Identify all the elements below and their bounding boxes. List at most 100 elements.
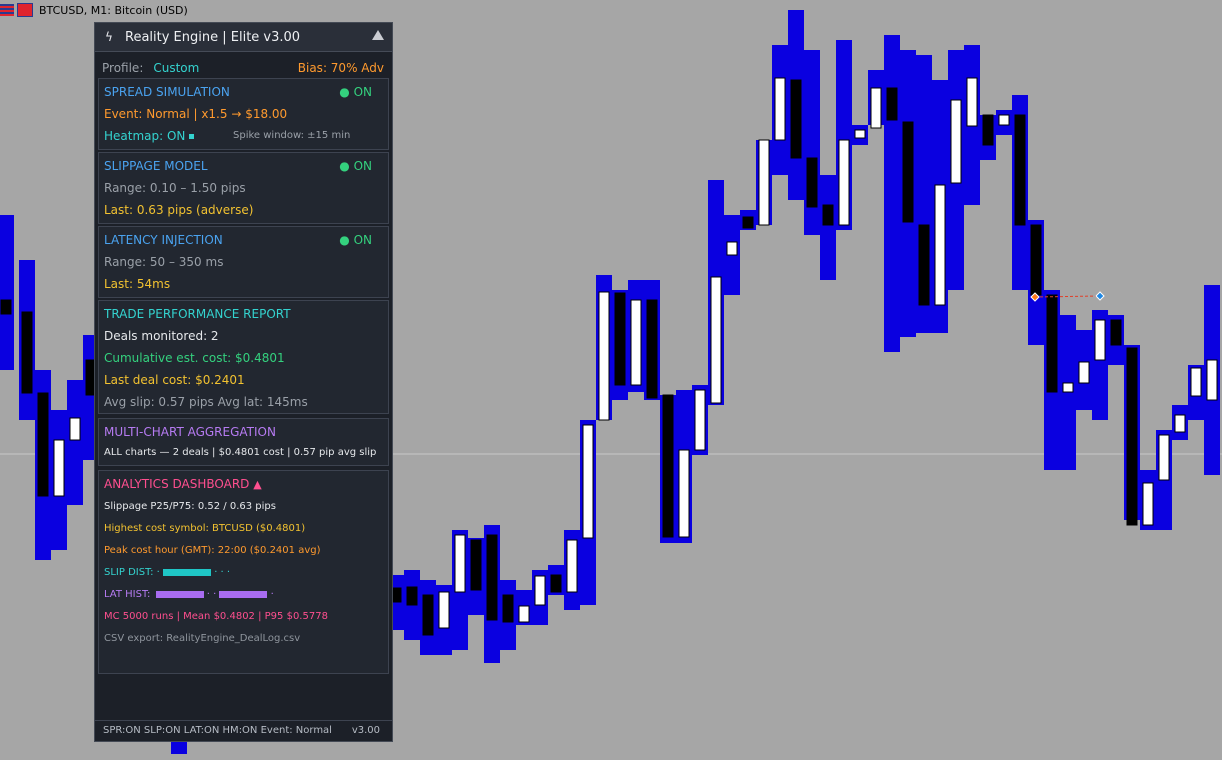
peak-cost-hour: Peak cost hour (GMT): 22:00 ($0.2401 avg… bbox=[104, 545, 321, 556]
footer-version: v3.00 bbox=[351, 725, 380, 736]
multi-chart-summary: ALL charts — 2 deals | $0.4801 cost | 0.… bbox=[104, 447, 377, 458]
bull-candle bbox=[694, 389, 706, 451]
bear-candle bbox=[502, 594, 514, 623]
panel-footer: SPR:ON SLP:ON LAT:ON HM:ON Event: Normal… bbox=[95, 720, 392, 741]
bear-candle bbox=[21, 311, 33, 394]
bear-candle bbox=[1110, 319, 1122, 346]
bull-candle bbox=[566, 539, 578, 593]
trade-performance-section: TRADE PERFORMANCE REPORT Deals monitored… bbox=[98, 300, 389, 414]
bear-candle bbox=[742, 216, 754, 229]
slip-dist-label: SLIP DIST: bbox=[104, 567, 154, 578]
spread-simulation-title: SPREAD SIMULATION bbox=[104, 85, 230, 99]
spread-simulation-section: SPREAD SIMULATION ● ON Event: Normal | x… bbox=[98, 78, 389, 150]
slip-dist-row: SLIP DIST: · · · · bbox=[104, 567, 230, 578]
bull-candle bbox=[1094, 319, 1106, 361]
lightning-icon: ϟ bbox=[105, 30, 113, 44]
bear-candle bbox=[614, 292, 626, 386]
slip-dist-trail: · · · bbox=[214, 567, 231, 578]
bias-value: Bias: 70% Adv bbox=[297, 61, 384, 75]
deals-monitored: Deals monitored: 2 bbox=[104, 329, 219, 343]
profile-row: Profile: Custom Bias: 70% Adv bbox=[102, 61, 384, 75]
bull-candle bbox=[838, 139, 850, 226]
bear-candle bbox=[1014, 114, 1026, 226]
bull-candle bbox=[454, 534, 466, 593]
multi-chart-title: MULTI-CHART AGGREGATION bbox=[104, 425, 276, 439]
cumulative-cost: Cumulative est. cost: $0.4801 bbox=[104, 351, 285, 365]
bull-candle bbox=[934, 184, 946, 306]
bear-candle bbox=[790, 79, 802, 159]
spread-bar bbox=[67, 380, 83, 505]
bull-candle bbox=[1190, 367, 1202, 397]
bear-candle bbox=[422, 594, 434, 636]
bull-candle bbox=[1078, 361, 1090, 384]
bear-candle bbox=[1030, 224, 1042, 296]
analytics-title: ANALYTICS DASHBOARD bbox=[104, 477, 250, 491]
bear-candle bbox=[918, 224, 930, 306]
panel-header[interactable]: ϟ Reality Engine | Elite v3.00 bbox=[95, 23, 392, 52]
spike-window: Spike window: ±15 min bbox=[233, 130, 351, 141]
bear-candle bbox=[902, 121, 914, 223]
bull-candle bbox=[1174, 414, 1186, 433]
bull-candle bbox=[854, 129, 866, 139]
bull-candle bbox=[758, 139, 770, 226]
spread-bar bbox=[171, 742, 187, 754]
heatmap-swatch-icon bbox=[189, 134, 195, 139]
bull-candle bbox=[1062, 382, 1074, 393]
bull-candle bbox=[518, 605, 530, 623]
slippage-last: Last: 0.63 pips (adverse) bbox=[104, 203, 254, 217]
bear-candle bbox=[1046, 294, 1058, 393]
spread-event: Event: Normal | x1.5 → $18.00 bbox=[104, 107, 288, 121]
bull-candle bbox=[598, 291, 610, 421]
bear-candle bbox=[0, 299, 12, 315]
bear-candle bbox=[470, 539, 482, 591]
csv-export[interactable]: CSV export: RealityEngine_DealLog.csv bbox=[104, 633, 300, 644]
symbol-flag-icon[interactable] bbox=[17, 3, 33, 17]
bear-candle bbox=[982, 114, 994, 146]
last-deal-cost: Last deal cost: $0.2401 bbox=[104, 373, 245, 387]
exit-marker-icon[interactable] bbox=[1095, 291, 1105, 301]
bull-candle bbox=[710, 276, 722, 404]
slip-dist-dot: · bbox=[156, 567, 160, 578]
bull-candle bbox=[630, 299, 642, 386]
bull-candle bbox=[774, 77, 786, 141]
collapse-triangle-up-icon[interactable] bbox=[372, 30, 384, 40]
slippage-range: Range: 0.10 – 1.50 pips bbox=[104, 181, 246, 195]
bull-candle bbox=[678, 449, 690, 538]
chart-header: BTCUSD, M1: Bitcoin (USD) bbox=[0, 2, 188, 18]
slippage-status[interactable]: ● ON bbox=[339, 159, 372, 173]
slip-dist-bar bbox=[163, 568, 212, 576]
latency-last: Last: 54ms bbox=[104, 277, 171, 291]
latency-range: Range: 50 – 350 ms bbox=[104, 255, 224, 269]
lat-hist-gap: · · bbox=[206, 589, 217, 600]
bull-candle bbox=[998, 114, 1010, 126]
slippage-percentiles: Slippage P25/P75: 0.52 / 0.63 pips bbox=[104, 501, 276, 512]
bear-candle bbox=[886, 87, 898, 121]
heatmap-row: Heatmap: ON bbox=[104, 129, 195, 143]
profile-label: Profile: bbox=[102, 61, 144, 75]
bear-candle bbox=[37, 392, 49, 497]
bear-candle bbox=[550, 574, 562, 593]
grid-icon[interactable] bbox=[0, 4, 14, 16]
lat-hist-label: LAT HIST: bbox=[104, 589, 151, 600]
spread-bar bbox=[884, 35, 900, 352]
spread-bar bbox=[820, 175, 836, 280]
monte-carlo-summary: MC 5000 runs | Mean $0.4802 | P95 $0.577… bbox=[104, 611, 328, 622]
bull-candle bbox=[69, 417, 81, 441]
bull-candle bbox=[1206, 359, 1218, 401]
highest-cost-symbol: Highest cost symbol: BTCUSD ($0.4801) bbox=[104, 523, 306, 534]
bull-candle bbox=[966, 77, 978, 127]
spread-status[interactable]: ● ON bbox=[339, 85, 372, 99]
footer-status: SPR:ON SLP:ON LAT:ON HM:ON Event: Normal bbox=[103, 725, 332, 736]
analytics-title-row: ANALYTICS DASHBOARD ▲ bbox=[104, 477, 262, 491]
latency-injection-section: LATENCY INJECTION ● ON Range: 50 – 350 m… bbox=[98, 226, 389, 298]
bear-candle bbox=[662, 394, 674, 538]
bear-candle bbox=[486, 534, 498, 621]
bull-candle bbox=[950, 99, 962, 184]
bull-candle bbox=[582, 424, 594, 539]
latency-status[interactable]: ● ON bbox=[339, 233, 372, 247]
bull-candle bbox=[438, 591, 450, 629]
profile-value[interactable]: Custom bbox=[153, 61, 199, 75]
reality-engine-panel[interactable]: ϟ Reality Engine | Elite v3.00 Profile: … bbox=[94, 22, 393, 742]
bull-candle bbox=[726, 241, 738, 256]
analytics-dashboard-section: ANALYTICS DASHBOARD ▲ Slippage P25/P75: … bbox=[98, 470, 389, 674]
